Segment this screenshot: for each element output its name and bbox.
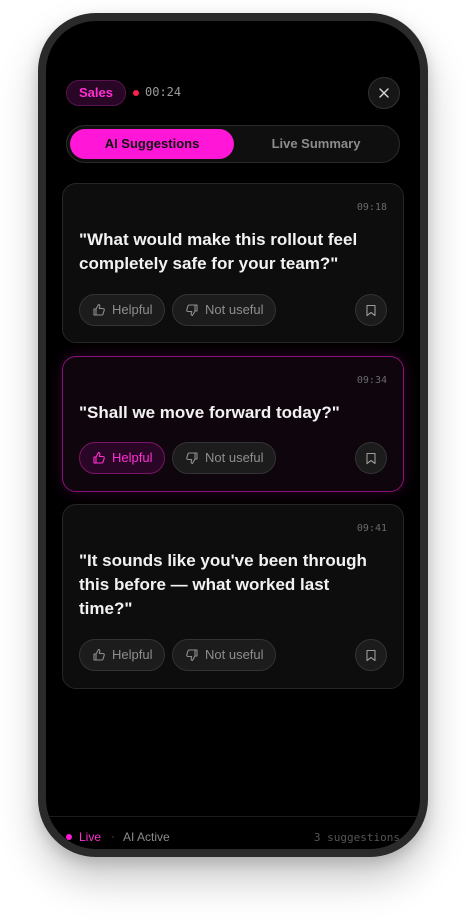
helpful-label: Helpful: [112, 302, 153, 317]
recording-dot-icon: [133, 90, 139, 96]
suggestion-card: 09:18 "What would make this rollout feel…: [62, 183, 404, 343]
suggestion-card: 09:41 "It sounds like you've been throug…: [62, 504, 404, 689]
close-icon: [379, 88, 389, 98]
bookmark-button[interactable]: [355, 639, 387, 671]
thumbs-up-icon: [93, 451, 105, 464]
thumbs-down-icon: [186, 304, 198, 317]
suggestion-text: "Shall we move forward today?": [79, 403, 340, 422]
suggestion-timestamp: 09:34: [356, 375, 387, 386]
header: Sales 00:24: [66, 77, 400, 109]
tab-ai-suggestions[interactable]: AI Suggestions: [70, 129, 234, 159]
category-tag[interactable]: Sales: [66, 80, 126, 106]
helpful-label: Helpful: [112, 647, 153, 662]
suggestion-text: "What would make this rollout feel compl…: [79, 230, 358, 273]
suggestion-timestamp: 09:18: [356, 202, 387, 213]
bookmark-icon: [366, 452, 376, 464]
suggestion-card: 09:34 "Shall we move forward today?" Hel…: [62, 356, 404, 492]
not-useful-label: Not useful: [205, 302, 264, 317]
helpful-button[interactable]: Helpful: [79, 442, 165, 474]
suggestion-timestamp: 09:41: [356, 523, 387, 534]
suggestion-count: 3 suggestions: [313, 831, 400, 844]
bookmark-button[interactable]: [355, 442, 387, 474]
helpful-label: Helpful: [112, 450, 153, 465]
helpful-button[interactable]: Helpful: [79, 639, 165, 671]
phone-frame: Sales 00:24 AI Suggestions Live Summary …: [38, 13, 428, 857]
status-footer: Live · AI Active 3 suggestions: [46, 816, 420, 849]
ai-status: AI Active: [123, 830, 170, 844]
bookmark-button[interactable]: [355, 294, 387, 326]
tab-bar: AI Suggestions Live Summary: [66, 125, 400, 163]
not-useful-button[interactable]: Not useful: [172, 294, 276, 326]
not-useful-button[interactable]: Not useful: [172, 442, 276, 474]
not-useful-label: Not useful: [205, 450, 264, 465]
live-status: Live: [79, 830, 102, 844]
thumbs-up-icon: [93, 648, 105, 661]
call-timer: 00:24: [145, 85, 182, 99]
live-dot-icon: [66, 834, 72, 840]
helpful-button[interactable]: Helpful: [79, 294, 165, 326]
thumbs-down-icon: [186, 452, 198, 465]
suggestion-text: "It sounds like you've been through this…: [79, 551, 367, 618]
not-useful-label: Not useful: [205, 647, 264, 662]
tab-live-summary[interactable]: Live Summary: [234, 129, 398, 159]
bookmark-icon: [366, 649, 376, 661]
not-useful-button[interactable]: Not useful: [172, 639, 276, 671]
thumbs-up-icon: [93, 303, 105, 316]
close-button[interactable]: [368, 77, 400, 109]
separator: ·: [111, 829, 115, 843]
thumbs-down-icon: [186, 649, 198, 662]
bookmark-icon: [366, 304, 376, 316]
app-screen: Sales 00:24 AI Suggestions Live Summary …: [46, 21, 420, 849]
